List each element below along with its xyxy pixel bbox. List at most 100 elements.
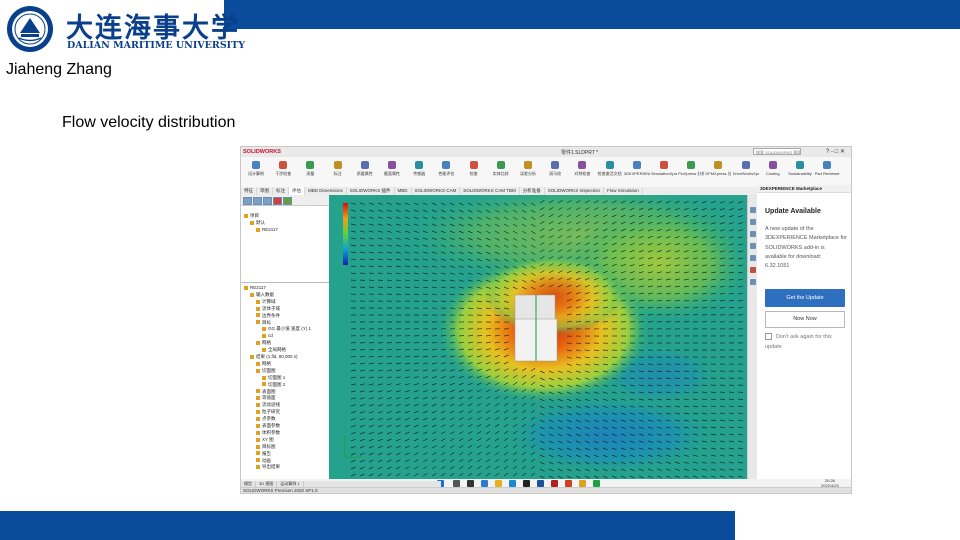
resources-icon[interactable] xyxy=(750,219,756,225)
file-explorer-icon[interactable] xyxy=(750,243,756,249)
toolbar-item[interactable]: Costing xyxy=(760,161,786,176)
tree-item[interactable]: cd xyxy=(262,333,273,339)
feature-manager-tab[interactable] xyxy=(243,197,252,205)
solidworks-taskbar-icon[interactable] xyxy=(551,480,558,487)
tree-item[interactable]: RE2117 xyxy=(256,227,278,233)
tree-item[interactable]: 输入数据 xyxy=(250,292,274,298)
command-tab[interactable]: SOLIDWORKS CAM xyxy=(412,187,461,195)
tree-item[interactable]: 流动迹线 xyxy=(256,402,280,408)
tree-item[interactable]: 目标 xyxy=(256,320,271,326)
flow-analysis-tab[interactable] xyxy=(283,197,292,205)
toolbar-item[interactable]: 检查 xyxy=(461,161,487,177)
tree-item[interactable]: 计算域 xyxy=(256,299,276,305)
command-tab[interactable]: 分析准备 xyxy=(520,187,545,195)
simxpress-icon xyxy=(660,161,668,169)
university-name-en: DALIAN MARITIME UNIVERSITY xyxy=(67,40,245,51)
command-tab[interactable]: MBD Dimensions xyxy=(305,187,347,195)
university-seal-icon xyxy=(7,6,53,52)
command-tab[interactable]: Flow Simulation xyxy=(604,187,643,195)
command-tab[interactable]: SOLIDWORKS 插件 xyxy=(347,187,395,195)
toolbar-item[interactable]: 斑马纹 xyxy=(542,161,568,177)
tree-item[interactable]: 流体子域 xyxy=(256,306,280,312)
custom-properties-icon[interactable] xyxy=(750,279,756,285)
tree-item[interactable]: 默认 xyxy=(250,220,265,226)
tree-item[interactable]: 报告 xyxy=(256,451,271,457)
toolbar-item[interactable]: Sustainability xyxy=(787,161,813,176)
store-icon[interactable] xyxy=(523,480,530,487)
tree-item[interactable]: 导出结果 xyxy=(256,464,280,470)
task-view-icon[interactable] xyxy=(467,480,474,487)
toolbar-item[interactable]: 质量属性 xyxy=(352,161,378,177)
command-tab[interactable]: 草图 xyxy=(257,187,273,195)
tree-item[interactable]: 表面参数 xyxy=(256,423,280,429)
tree-item[interactable]: XY 图 xyxy=(256,437,274,443)
dont-ask-checkbox[interactable] xyxy=(765,333,772,341)
file-explorer-taskbar-icon[interactable] xyxy=(495,480,502,487)
toolbar-item-label: 检查激活文档 xyxy=(597,171,622,176)
toolbar-item[interactable]: 对称检查 xyxy=(569,161,595,177)
tree-item[interactable]: 动画 xyxy=(256,458,271,464)
toolbar-item[interactable]: 3DEXPERIENCE Simulation Connector xyxy=(624,161,650,176)
tree-item[interactable]: 表面图 xyxy=(256,389,276,395)
tree-item[interactable]: 网格 xyxy=(256,361,271,367)
edge-icon[interactable] xyxy=(509,480,516,487)
office-icon[interactable] xyxy=(565,480,572,487)
toolbar-item[interactable]: SimulationXpress 分析向导 xyxy=(651,161,677,177)
tree-item[interactable]: 切面图 2 xyxy=(262,382,285,388)
appearances-icon[interactable] xyxy=(750,267,756,273)
tree-item[interactable]: 粒子研究 xyxy=(256,409,280,415)
help-search-input[interactable]: 搜索 SOLIDWORKS 帮助 xyxy=(753,148,801,155)
command-tab[interactable]: MBD xyxy=(395,187,412,195)
toolbar-item[interactable]: FloXpress 分析向导 xyxy=(678,161,704,177)
app-icon[interactable] xyxy=(537,480,544,487)
toolbar-item[interactable]: 设计算例 xyxy=(243,161,269,177)
tree-divider[interactable] xyxy=(241,282,329,283)
toolbar-item[interactable]: 标注 xyxy=(325,161,351,177)
command-tab[interactable]: 特征 xyxy=(241,187,257,195)
toolbar-item[interactable]: 实体比较 xyxy=(488,161,514,177)
toolbar-item[interactable]: Part Reviewer xyxy=(814,161,840,176)
widgets-icon[interactable] xyxy=(481,480,488,487)
tree-item[interactable]: 结果 (1.fld, 80,000 s) xyxy=(250,354,298,360)
tree-item[interactable]: GG 最小值 速度 (Y) 1 xyxy=(262,326,311,332)
tree-item[interactable]: 点参数 xyxy=(256,416,276,422)
config-manager-tab[interactable] xyxy=(263,197,272,205)
toolbar-item[interactable]: 干涉检查 xyxy=(270,161,296,177)
command-tab[interactable]: 标注 xyxy=(273,187,289,195)
get-update-button[interactable]: Get the Update xyxy=(765,289,845,307)
not-now-button[interactable]: Now Now xyxy=(765,311,845,328)
home-icon[interactable] xyxy=(750,207,756,213)
tree-item[interactable]: RE2117 xyxy=(244,285,266,291)
tree-item[interactable]: 等值面 xyxy=(256,395,276,401)
view-palette-icon[interactable] xyxy=(750,255,756,261)
chrome-icon[interactable] xyxy=(579,480,586,487)
wechat-icon[interactable] xyxy=(593,480,600,487)
toolbar-item[interactable]: 传感器 xyxy=(406,161,432,177)
dim-xpert-tab[interactable] xyxy=(273,197,282,205)
tree-item[interactable]: 目标图 xyxy=(256,444,276,450)
toolbar-item[interactable]: 测量 xyxy=(297,161,323,177)
tree-item[interactable]: 项目 xyxy=(244,213,259,219)
tree-item[interactable]: 边界条件 xyxy=(256,313,280,319)
command-tab[interactable]: SOLIDWORKS CAM TBM xyxy=(460,187,520,195)
tree-item[interactable]: 体积参数 xyxy=(256,430,280,436)
command-tab[interactable]: SOLIDWORKS Inspection xyxy=(545,187,605,195)
search-icon[interactable] xyxy=(453,480,460,487)
toolbar-item[interactable]: 误差分析 xyxy=(515,161,541,177)
design-library-icon[interactable] xyxy=(750,231,756,237)
command-tab[interactable]: 评估 xyxy=(289,187,305,195)
toolbar-item[interactable]: 截面属性 xyxy=(379,161,405,177)
toolbar-item[interactable]: DFMXpress 分析向导 xyxy=(705,161,731,177)
tree-item[interactable]: 切面图 1 xyxy=(262,375,285,381)
toolbar-item[interactable]: 检查激活文档 xyxy=(597,161,623,177)
graphics-viewport[interactable] xyxy=(329,195,747,481)
dont-ask-again[interactable]: Don't ask again for this update xyxy=(765,333,849,352)
toolbar-item[interactable]: 性能评估 xyxy=(433,161,459,177)
file-title: 零件1.SLDPRT * xyxy=(561,150,599,156)
property-manager-tab[interactable] xyxy=(253,197,262,205)
tree-item[interactable]: 切面图 xyxy=(256,368,276,374)
tree-item[interactable]: 网格 xyxy=(256,340,271,346)
toolbar-item[interactable]: DriveWorksXpress 向导 xyxy=(733,161,759,177)
window-controls[interactable]: ? - □ ✕ xyxy=(826,148,845,155)
tree-item[interactable]: 全局网格 xyxy=(262,347,286,353)
